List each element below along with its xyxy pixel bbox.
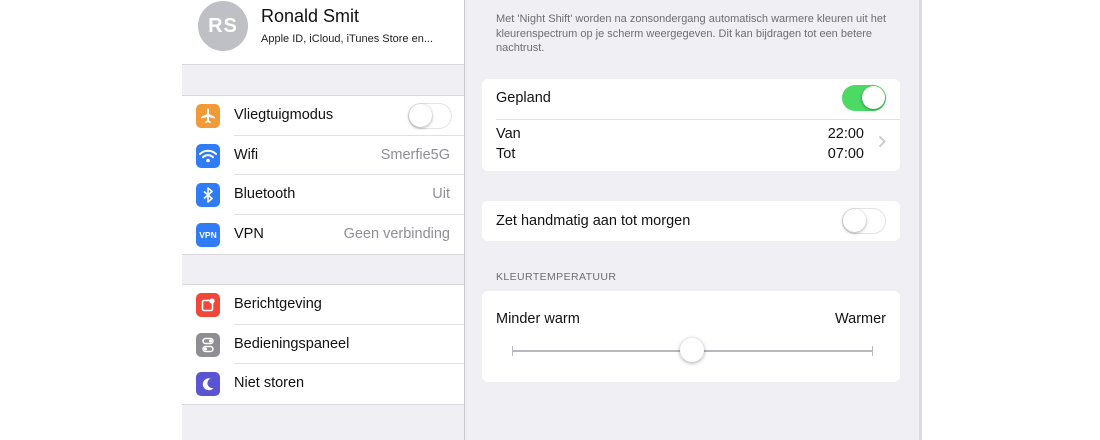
profile-subtitle: Apple ID, iCloud, iTunes Store en... [261,33,434,45]
sidebar-item-control-center[interactable]: Bedieningspaneel [182,325,464,364]
avatar: RS [198,1,248,51]
scheduled-row: Gepland [482,79,900,119]
bluetooth-icon [196,183,220,207]
sidebar-item-vpn[interactable]: VPN VPN Geen verbinding [182,215,464,255]
airplane-mode-toggle[interactable] [408,103,452,129]
scheduled-label: Gepland [496,90,551,106]
profile-name: Ronald Smit [261,6,360,26]
sidebar-item-label: Berichtgeving [234,296,322,312]
less-warm-label: Minder warm [496,311,580,327]
color-temperature-card: Minder warm Warmer [482,291,900,382]
sidebar-item-notifications[interactable]: Berichtgeving [182,285,464,325]
sidebar-item-label: VPN [234,225,264,242]
system-group: Berichtgeving Bedieningspaneel Niet stor… [182,284,464,405]
sidebar-item-bluetooth[interactable]: Bluetooth Uit [182,175,464,215]
sidebar-item-do-not-disturb[interactable]: Niet storen [182,364,464,404]
notifications-icon [196,293,220,317]
sidebar-item-airplane-mode[interactable]: Vliegtuigmodus [182,96,464,136]
from-time-value: 22:00 [827,126,864,142]
sidebar-item-label: Bedieningspaneel [234,335,350,352]
control-center-icon [196,332,220,357]
manual-label: Zet handmatig aan tot morgen [496,213,691,229]
night-shift-description: Met 'Night Shift' worden na zonsondergan… [496,13,887,54]
airplane-icon [196,104,220,128]
schedule-times-row[interactable]: Van Tot 22:00 07:00 [482,120,900,171]
from-label: Van [496,126,521,142]
chevron-right-icon [878,135,886,153]
to-label: Tot [496,146,516,162]
sidebar-item-label: Niet storen [234,375,305,391]
settings-sidebar: RS Ronald Smit Apple ID, iCloud, iTunes … [182,0,464,440]
pane-edge [919,0,922,440]
warmer-label: Warmer [834,311,886,327]
wifi-network-value: Smerfie5G [380,146,450,163]
sidebar-item-label: Bluetooth [234,186,296,202]
night-shift-pane: Met 'Night Shift' worden na zonsondergan… [465,0,919,440]
manual-card: Zet handmatig aan tot morgen [482,201,900,241]
connectivity-group: Vliegtuigmodus Wifi Smerfie5G Bluetooth … [182,95,464,255]
bluetooth-status-value: Uit [432,186,450,202]
to-time-value: 07:00 [827,146,864,162]
scheduled-toggle[interactable] [842,85,886,111]
vpn-status-value: Geen verbinding [343,225,450,242]
schedule-card: Gepland Van Tot 22:00 07:00 [482,79,900,171]
sidebar-item-wifi[interactable]: Wifi Smerfie5G [182,136,464,175]
sidebar-item-label: Wifi [234,146,259,163]
sidebar-item-label: Vliegtuigmodus [234,107,334,123]
manual-toggle[interactable] [842,208,886,234]
color-temperature-slider-thumb[interactable] [680,338,704,362]
apple-id-profile[interactable]: RS Ronald Smit Apple ID, iCloud, iTunes … [182,0,464,65]
wifi-icon [196,143,220,168]
color-temperature-header: KLEURTEMPERATUUR [496,271,617,283]
slider-max-tick [872,346,873,356]
moon-icon [196,372,220,396]
vpn-icon: VPN [196,222,220,247]
